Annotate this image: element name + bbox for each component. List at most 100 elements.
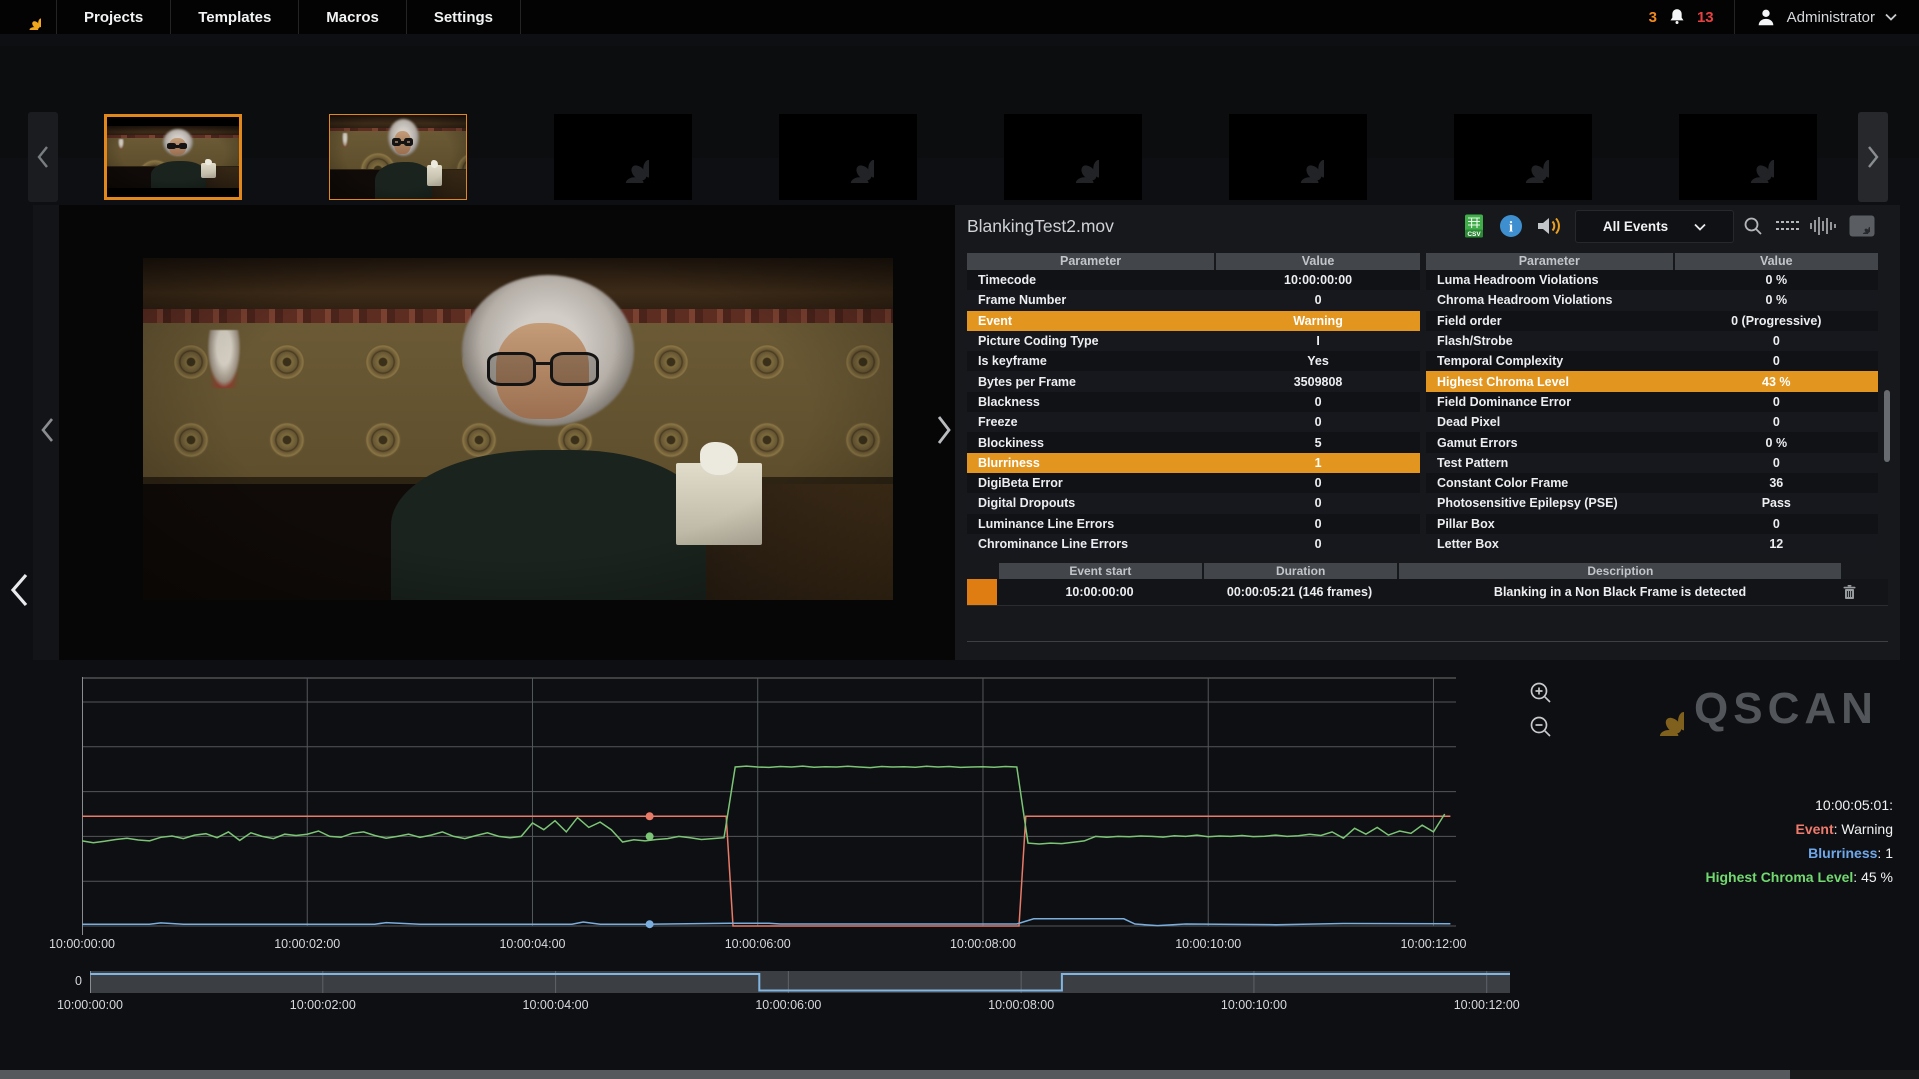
parameter-name: Pillar Box	[1426, 517, 1675, 531]
parameter-row[interactable]: Timecode10:00:00:00	[967, 270, 1420, 290]
parameter-row[interactable]: Pillar Box0	[1426, 514, 1878, 534]
next-frame-button[interactable]	[935, 415, 953, 445]
nav-item-settings[interactable]: Settings	[407, 0, 521, 34]
column-header-value: Value	[1675, 253, 1878, 270]
video-preview[interactable]	[143, 258, 893, 600]
parameter-value: 10:00:00:00	[1216, 273, 1420, 287]
parameter-row[interactable]: EventWarning	[967, 311, 1420, 331]
parameter-row[interactable]: Blurriness1	[967, 453, 1420, 473]
parameter-row[interactable]: Digital Dropouts0	[967, 493, 1420, 513]
parameter-name: Digital Dropouts	[967, 496, 1216, 510]
thumbnail-7[interactable]	[1454, 114, 1592, 200]
thumbnail-6[interactable]	[1229, 114, 1367, 200]
app-logo-icon[interactable]	[0, 4, 56, 30]
thumbnail-1[interactable]	[104, 114, 242, 200]
zoom-in-button[interactable]	[1526, 678, 1556, 708]
video-frame-art	[107, 126, 239, 188]
thumbnail-8[interactable]	[1679, 114, 1817, 200]
user-menu[interactable]: Administrator	[1787, 9, 1875, 26]
collapse-panel-button[interactable]	[8, 572, 30, 608]
thumbnail-view-icon[interactable]	[1848, 211, 1876, 241]
horizontal-scrollbar[interactable]	[0, 1070, 1919, 1079]
parameter-row[interactable]: Test Pattern0	[1426, 453, 1878, 473]
parameter-row[interactable]: Bytes per Frame3509808	[967, 371, 1420, 391]
zoom-out-button[interactable]	[1526, 712, 1556, 742]
parameter-row[interactable]: Freeze0	[967, 412, 1420, 432]
parameter-name: Field order	[1426, 314, 1675, 328]
scrollbar-thumb[interactable]	[0, 1070, 1790, 1079]
parameter-row[interactable]: Constant Color Frame36	[1426, 473, 1878, 493]
parameter-name: Test Pattern	[1426, 456, 1675, 470]
parameter-value: 0 %	[1675, 293, 1878, 307]
parameter-row[interactable]: Flash/Strobe0	[1426, 331, 1878, 351]
parameter-row[interactable]: Dead Pixel0	[1426, 412, 1878, 432]
video-viewer	[33, 205, 955, 660]
thumbnail-5[interactable]	[1004, 114, 1142, 200]
parameter-row[interactable]: Chroma Headroom Violations0 %	[1426, 290, 1878, 310]
csv-export-icon[interactable]: CSV	[1461, 211, 1487, 241]
parameter-row[interactable]: Frame Number0	[967, 290, 1420, 310]
parameter-row[interactable]: Chrominance Line Errors0	[967, 534, 1420, 554]
tooltip-line: Blurriness: 1	[1705, 841, 1893, 865]
event-list-table: Event startDurationDescription10:00:00:0…	[967, 563, 1888, 606]
event-row[interactable]: 10:00:00:0000:00:05:21 (146 frames)Blank…	[967, 579, 1888, 606]
parameter-row[interactable]: Photosensitive Epilepsy (PSE)Pass	[1426, 493, 1878, 513]
x-tick-label: 10:00:10:00	[1175, 937, 1241, 951]
thumbnail-filmstrip	[0, 46, 1919, 158]
x-tick-label: 10:00:08:00	[988, 998, 1054, 1012]
watermark-text: QSCAN	[1694, 684, 1878, 734]
audio-icon[interactable]	[1535, 211, 1565, 241]
parameter-value: 3509808	[1216, 375, 1420, 389]
parameter-value: 12	[1675, 537, 1878, 551]
parameter-row[interactable]: Blockiness5	[967, 432, 1420, 452]
bell-icon[interactable]	[1667, 7, 1687, 27]
qscan-flower-icon	[1630, 682, 1684, 736]
video-frame-art	[143, 258, 893, 600]
parameter-row[interactable]: Letter Box12	[1426, 534, 1878, 554]
x-tick-label: 10:00:12:00	[1454, 998, 1520, 1012]
nav-item-macros[interactable]: Macros	[299, 0, 407, 34]
timeline-navigator[interactable]	[90, 971, 1510, 993]
parameter-name: DigiBeta Error	[967, 476, 1216, 490]
parameter-name: Blockiness	[967, 436, 1216, 450]
search-icon[interactable]	[1741, 211, 1765, 241]
parameter-row[interactable]: DigiBeta Error0	[967, 473, 1420, 493]
parameter-row[interactable]: Picture Coding TypeI	[967, 331, 1420, 351]
parameter-row[interactable]: Temporal Complexity0	[1426, 351, 1878, 371]
parameter-row[interactable]: Field order0 (Progressive)	[1426, 311, 1878, 331]
event-start: 10:00:00:00	[997, 585, 1202, 599]
placeholder-logo-icon	[554, 114, 692, 200]
svg-text:i: i	[1509, 220, 1513, 236]
parameter-row[interactable]: Is keyframeYes	[967, 351, 1420, 371]
parameter-name: Luma Headroom Violations	[1426, 273, 1675, 287]
parameter-row[interactable]: Gamut Errors0 %	[1426, 432, 1878, 452]
filmstrip-scroll-right-button[interactable]	[1858, 112, 1888, 202]
warning-count-badge[interactable]: 3	[1649, 9, 1657, 26]
nav-item-projects[interactable]: Projects	[57, 0, 171, 34]
nav-item-templates[interactable]: Templates	[171, 0, 299, 34]
x-tick-label: 10:00:00:00	[49, 937, 115, 951]
error-count-badge[interactable]: 13	[1697, 9, 1714, 26]
thumbnail-2[interactable]	[329, 114, 467, 200]
parameter-table-scrollbar[interactable]	[1884, 390, 1890, 462]
previous-frame-button[interactable]	[39, 417, 55, 443]
parameter-row[interactable]: Highest Chroma Level43 %	[1426, 371, 1878, 391]
event-table-header: Event startDurationDescription	[967, 563, 1888, 579]
timeline-marks-icon[interactable]	[1775, 211, 1803, 241]
filmstrip-scroll-left-button[interactable]	[28, 112, 58, 202]
waveform-icon[interactable]	[1808, 211, 1838, 241]
parameter-value: 0	[1675, 354, 1878, 368]
parameter-row[interactable]: Blackness0	[967, 392, 1420, 412]
thumbnail-3[interactable]	[554, 114, 692, 200]
parameter-row[interactable]: Luma Headroom Violations0 %	[1426, 270, 1878, 290]
x-tick-label: 10:00:02:00	[290, 998, 356, 1012]
parameter-row[interactable]: Field Dominance Error0	[1426, 392, 1878, 412]
event-filter-select[interactable]: All Events	[1575, 210, 1734, 243]
thumbnail-4[interactable]	[779, 114, 917, 200]
parameter-row[interactable]: Luminance Line Errors0	[967, 514, 1420, 534]
delete-event-icon[interactable]	[1843, 585, 1888, 600]
tooltip-timecode: 10:00:05:01:	[1705, 793, 1893, 817]
info-icon[interactable]: i	[1498, 211, 1524, 241]
parameter-name: Temporal Complexity	[1426, 354, 1675, 368]
timeline-chart[interactable]	[82, 677, 1456, 935]
